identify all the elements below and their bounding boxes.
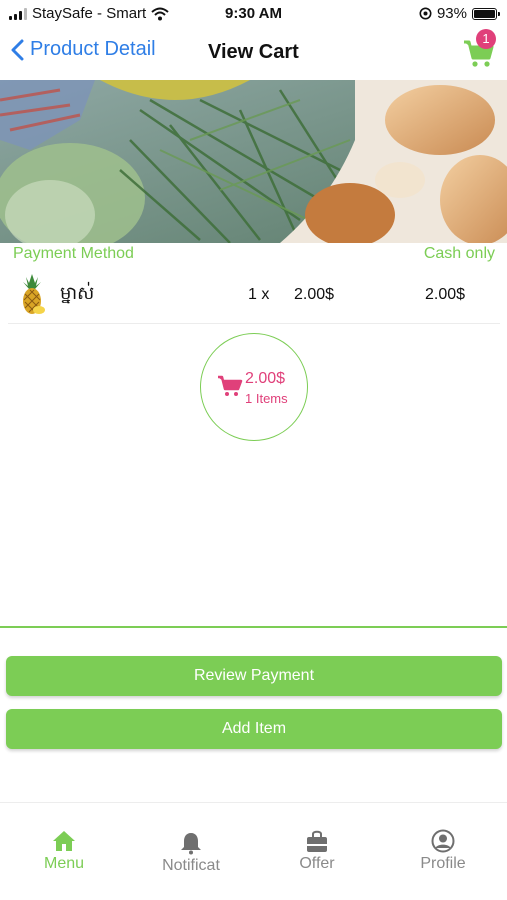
- tab-offer[interactable]: Offer: [267, 829, 367, 873]
- tab-profile[interactable]: Profile: [393, 829, 493, 873]
- page-title: View Cart: [208, 41, 299, 63]
- status-bar-right: 93%: [419, 5, 500, 22]
- tab-notifications[interactable]: Notificat: [141, 831, 241, 875]
- review-payment-button[interactable]: Review Payment: [6, 656, 502, 696]
- item-name: ម្នាស់: [60, 283, 95, 303]
- payment-method-row: Payment Method Cash only: [0, 244, 507, 266]
- chevron-left-icon: [11, 39, 24, 60]
- tab-label: Offer: [299, 855, 335, 872]
- back-button-label: Product Detail: [30, 38, 156, 60]
- tab-bar: Menu Notificat Offer Profile: [0, 802, 507, 900]
- navigation-bar: Product Detail View Cart 1: [0, 29, 507, 76]
- tab-label: Notificat: [162, 857, 220, 874]
- tab-label: Profile: [420, 855, 466, 872]
- payment-method-value: Cash only: [423, 245, 495, 262]
- bell-icon: [181, 833, 201, 855]
- summary-total-amount: 2.00$: [245, 370, 286, 387]
- status-bar: StaySafe - Smart 9:30 AM 93%: [0, 0, 507, 28]
- battery-percent: 93%: [436, 5, 467, 22]
- item-unit-price: 2.00$: [294, 286, 335, 303]
- back-button[interactable]: Product Detail: [10, 38, 156, 61]
- payment-method-label: Payment Method: [13, 245, 134, 262]
- tab-menu[interactable]: Menu: [14, 829, 114, 873]
- tab-label: Menu: [43, 855, 85, 872]
- battery-icon: [472, 7, 500, 20]
- pineapple-image: [23, 274, 45, 314]
- cart-button[interactable]: 1: [462, 29, 498, 68]
- summary-item-count: 1 Items: [245, 391, 288, 406]
- cart-icon: [218, 375, 243, 396]
- shopping-bag-icon: [307, 830, 327, 852]
- item-total-price: 2.00$: [425, 286, 466, 303]
- cart-item-row[interactable]: ម្នាស់ 1 x 2.00$ 2.00$: [8, 268, 500, 324]
- banner-image: [0, 80, 507, 243]
- cart-count-badge: 1: [476, 29, 496, 49]
- cart-summary-circle[interactable]: 2.00$ 1 Items: [200, 333, 308, 441]
- divider: [0, 626, 507, 628]
- add-item-button[interactable]: Add Item: [6, 709, 502, 749]
- orientation-lock-icon: [419, 7, 432, 20]
- home-icon: [53, 831, 75, 851]
- user-circle-icon: [431, 829, 455, 853]
- item-quantity: 1 x: [248, 286, 270, 303]
